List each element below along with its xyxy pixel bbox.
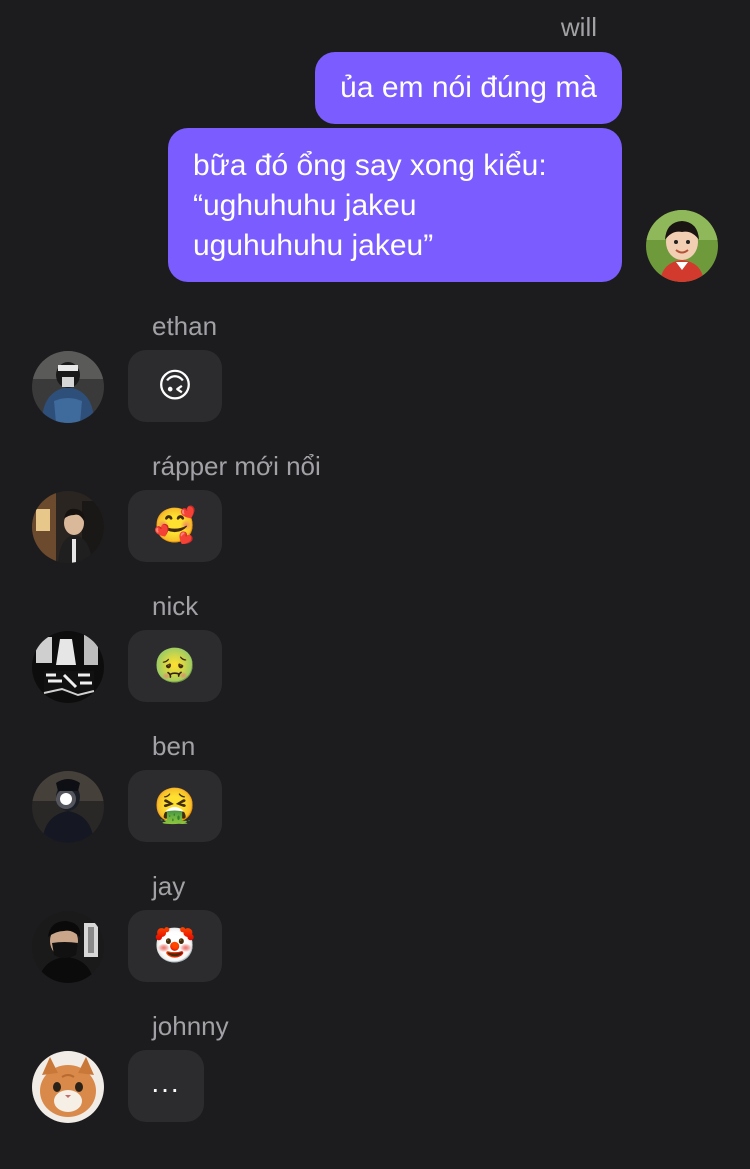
incoming-message-jay[interactable]: 🤡 [128, 910, 222, 982]
sender-name-rapper-moi-noi: rápper mới nổi [152, 451, 321, 481]
avatar-johnny[interactable] [32, 1051, 104, 1123]
incoming-typing-indicator-johnny: ... [128, 1050, 204, 1122]
sender-name-jay: jay [152, 871, 186, 901]
sender-name-ethan: ethan [152, 311, 218, 341]
sender-name-will: will [560, 12, 597, 42]
sender-name-nick: nick [152, 591, 199, 621]
avatar-ethan[interactable] [32, 351, 104, 423]
outgoing-message-1[interactable]: ủa em nói đúng mà [315, 52, 622, 124]
incoming-message-rapper-moi-noi[interactable]: 🥰 [128, 490, 222, 562]
incoming-message-nick[interactable]: 🤢 [128, 630, 222, 702]
sender-name-ben: ben [152, 731, 196, 761]
avatar-rapper-moi-noi[interactable] [32, 491, 104, 563]
outgoing-message-2[interactable]: bữa đó ổng say xong kiểu: “ughuhuhu jake… [168, 128, 622, 282]
avatar-will[interactable] [646, 210, 718, 282]
incoming-message-ben[interactable]: 🤮 [128, 770, 222, 842]
chat-thread: will ủa em nói đúng mà bữa đó ổng say xo… [0, 0, 750, 1169]
avatar-nick[interactable] [32, 631, 104, 703]
sender-name-johnny: johnny [152, 1011, 229, 1041]
incoming-message-ethan[interactable]: 🙃 [128, 350, 222, 422]
avatar-jay[interactable] [32, 911, 104, 983]
avatar-ben[interactable] [32, 771, 104, 843]
